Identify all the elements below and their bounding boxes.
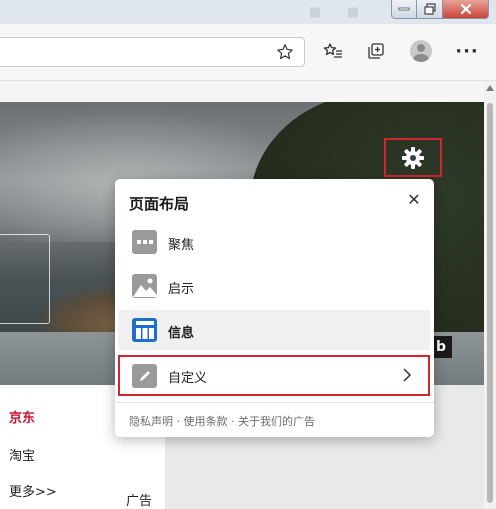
- favorites-icon: [323, 43, 342, 58]
- collections-icon: [368, 43, 384, 59]
- bing-icon: b: [435, 339, 447, 355]
- popup-footer-links[interactable]: 隐私声明 · 使用条款 · 关于我们的广告: [129, 413, 315, 429]
- gear-icon: [402, 146, 424, 169]
- profile-icon: [410, 40, 432, 62]
- ad-label: 广告: [126, 494, 153, 509]
- page-top-strip: [0, 81, 484, 102]
- ghost-icon: ■: [308, 5, 322, 20]
- minimize-button[interactable]: [391, 0, 417, 19]
- layout-option-label: 信息: [168, 326, 195, 341]
- popup-divider: [115, 402, 434, 403]
- layout-option-inspirational[interactable]: 启示: [118, 266, 430, 306]
- focused-layout-icon: [132, 230, 157, 254]
- chevron-right-icon: [403, 368, 412, 382]
- popup-title: 页面布局: [129, 195, 190, 213]
- more-button[interactable]: ···: [454, 38, 480, 64]
- scroll-up-icon[interactable]: [486, 85, 494, 91]
- collections-button[interactable]: [363, 38, 389, 64]
- close-icon: ✕: [407, 189, 421, 209]
- close-button[interactable]: [443, 0, 489, 19]
- vertical-scrollbar[interactable]: [484, 81, 496, 509]
- layout-option-informational[interactable]: 信息: [118, 310, 430, 350]
- popup-close-button[interactable]: ✕: [404, 189, 424, 209]
- search-card[interactable]: [0, 234, 50, 324]
- restore-icon: [423, 3, 436, 15]
- link-jd[interactable]: 京东: [9, 407, 35, 426]
- ghost-icon: ■: [346, 5, 360, 20]
- informational-layout-icon: [132, 318, 157, 342]
- layout-option-focused[interactable]: 聚焦: [118, 222, 430, 262]
- layout-option-custom[interactable]: 自定义: [118, 355, 430, 396]
- maximize-button[interactable]: [417, 0, 443, 19]
- custom-option-label: 自定义: [168, 371, 208, 386]
- scroll-thumb[interactable]: [487, 103, 493, 503]
- link-taobao[interactable]: 淘宝: [9, 445, 35, 464]
- page-settings-button[interactable]: [384, 138, 442, 177]
- more-icon: ···: [455, 40, 479, 62]
- title-bar: ■ ■: [0, 0, 496, 24]
- pencil-icon: [132, 364, 157, 388]
- page-layout-popup: 页面布局 ✕ 聚焦 启示 信息 自定义 隐私声明 · 使用条款 · 关于我们的广…: [115, 179, 434, 437]
- address-bar[interactable]: [0, 37, 305, 67]
- favorites-button[interactable]: [320, 38, 346, 64]
- link-more[interactable]: 更多>>: [9, 481, 57, 500]
- browser-toolbar: ···: [0, 24, 496, 81]
- profile-button[interactable]: [408, 38, 434, 64]
- favorite-star-icon[interactable]: [276, 43, 294, 61]
- layout-option-label: 启示: [168, 282, 195, 297]
- image-icon: [132, 274, 157, 298]
- close-icon: [460, 3, 471, 15]
- layout-option-label: 聚焦: [168, 238, 195, 253]
- minimize-icon: [398, 7, 410, 11]
